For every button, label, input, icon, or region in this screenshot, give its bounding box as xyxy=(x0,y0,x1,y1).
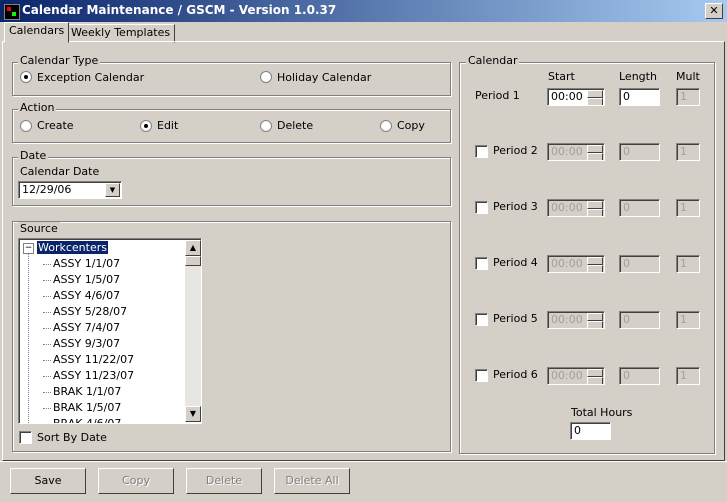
mult-header: Mult xyxy=(676,70,700,83)
period-length-field[interactable]: 0 xyxy=(619,367,660,385)
create-label: Create xyxy=(37,119,74,132)
tree-item[interactable]: ASSY 4/6/07 xyxy=(42,289,120,302)
start-header: Start xyxy=(548,70,575,83)
scrollbar[interactable]: ▲ ▼ xyxy=(185,240,201,422)
spinner-icon[interactable] xyxy=(587,201,603,216)
tree-item[interactable]: ASSY 9/3/07 xyxy=(42,337,120,350)
period-label: Period 3 xyxy=(493,200,538,213)
tree-item[interactable]: ASSY 11/22/07 xyxy=(42,353,134,366)
spinner-icon[interactable] xyxy=(587,90,603,105)
calendar-date-value: 12/29/06 xyxy=(22,183,72,196)
delete-button[interactable]: Delete xyxy=(186,468,262,494)
period-enable-checkbox[interactable] xyxy=(475,313,488,326)
period-start-field[interactable]: 00:00 xyxy=(547,255,605,273)
period-start-field[interactable]: 00:00 xyxy=(547,367,605,385)
period-start-value: 00:00 xyxy=(551,145,583,158)
calendar-date-picker[interactable]: 12/29/06 ▼ xyxy=(18,181,122,199)
chevron-down-icon[interactable]: ▼ xyxy=(105,183,120,197)
tree-item[interactable]: ASSY 1/1/07 xyxy=(42,257,120,270)
spinner-icon[interactable] xyxy=(587,313,603,328)
tree-item[interactable]: BRAK 1/1/07 xyxy=(42,385,121,398)
period-mult-field[interactable]: 1 xyxy=(676,199,700,217)
period-length-field[interactable]: 0 xyxy=(619,199,660,217)
length-header: Length xyxy=(619,70,657,83)
close-button[interactable]: ✕ xyxy=(705,3,723,19)
app-icon xyxy=(4,4,20,20)
window-title: Calendar Maintenance / GSCM - Version 1.… xyxy=(22,3,337,17)
period-start-field[interactable]: 00:00 xyxy=(547,143,605,161)
period-enable-checkbox[interactable] xyxy=(475,145,488,158)
edit-label: Edit xyxy=(157,119,179,132)
period-mult-field[interactable]: 1 xyxy=(676,367,700,385)
delete-radio[interactable] xyxy=(260,120,272,132)
tab-calendars[interactable]: Calendars xyxy=(4,22,70,43)
delete-label: Delete xyxy=(277,119,314,132)
scroll-up-icon[interactable]: ▲ xyxy=(185,240,201,256)
period-start-value: 00:00 xyxy=(551,201,583,214)
copy-label: Copy xyxy=(397,119,425,132)
period-mult-field[interactable]: 1 xyxy=(676,311,700,329)
save-button[interactable]: Save xyxy=(10,468,86,494)
delete-all-button[interactable]: Delete All xyxy=(274,468,350,494)
calendar-date-label: Calendar Date xyxy=(20,165,100,178)
period-start-value: 00:00 xyxy=(551,257,583,270)
period-start-field[interactable]: 00:00 xyxy=(547,311,605,329)
period-length-field[interactable]: 0 xyxy=(619,255,660,273)
exception-calendar-radio[interactable] xyxy=(20,71,32,83)
tree-root-workcenters[interactable]: Workcenters xyxy=(37,241,108,254)
calendar-type-legend: Calendar Type xyxy=(18,54,101,67)
action-legend: Action xyxy=(18,101,57,114)
period-start-value: 00:00 xyxy=(551,313,583,326)
period-start-field[interactable]: 00:00 xyxy=(547,199,605,217)
source-tree[interactable]: − Workcenters ASSY 1/1/07 ASSY 1/5/07 ASSY… xyxy=(18,238,202,424)
sort-by-date-label: Sort By Date xyxy=(37,431,107,444)
period-label: Period 4 xyxy=(493,256,538,269)
source-legend: Source xyxy=(18,222,60,235)
collapse-icon[interactable]: − xyxy=(23,243,34,254)
total-hours-field[interactable]: 0 xyxy=(570,422,611,440)
period-label: Period 5 xyxy=(493,312,538,325)
spinner-icon[interactable] xyxy=(587,369,603,384)
holiday-calendar-radio[interactable] xyxy=(260,71,272,83)
period-enable-checkbox[interactable] xyxy=(475,201,488,214)
period-mult-field[interactable]: 1 xyxy=(676,143,700,161)
period-label: Period 1 xyxy=(475,89,520,102)
period-mult-field[interactable]: 1 xyxy=(676,88,700,106)
copy-button[interactable]: Copy xyxy=(98,468,174,494)
period-label: Period 2 xyxy=(493,144,538,157)
tree-connector xyxy=(28,251,29,423)
edit-radio[interactable] xyxy=(140,120,152,132)
period-mult-field[interactable]: 1 xyxy=(676,255,700,273)
spinner-icon[interactable] xyxy=(587,257,603,272)
tree-item[interactable]: ASSY 1/5/07 xyxy=(42,273,120,286)
period-enable-checkbox[interactable] xyxy=(475,257,488,270)
calendar-legend: Calendar xyxy=(466,54,520,67)
tree-item[interactable]: BRAK 1/5/07 xyxy=(42,401,121,414)
copy-radio[interactable] xyxy=(380,120,392,132)
tree-item[interactable]: ASSY 7/4/07 xyxy=(42,321,120,334)
scroll-down-icon[interactable]: ▼ xyxy=(185,406,201,422)
period-length-field[interactable]: 0 xyxy=(619,88,660,106)
tree-item[interactable]: ASSY 11/23/07 xyxy=(42,369,134,382)
spinner-icon[interactable] xyxy=(587,145,603,160)
tree-item[interactable]: ASSY 5/28/07 xyxy=(42,305,127,318)
period-label: Period 6 xyxy=(493,368,538,381)
date-legend: Date xyxy=(18,149,49,162)
sort-by-date-checkbox[interactable] xyxy=(19,431,32,444)
total-hours-label: Total Hours xyxy=(571,406,633,419)
period-start-value: 00:00 xyxy=(551,90,583,103)
create-radio[interactable] xyxy=(20,120,32,132)
tree-item[interactable]: BRAK 4/6/07 xyxy=(53,417,121,423)
period-start-value: 00:00 xyxy=(551,369,583,382)
period-enable-checkbox[interactable] xyxy=(475,369,488,382)
period-length-field[interactable]: 0 xyxy=(619,311,660,329)
exception-calendar-label: Exception Calendar xyxy=(37,71,145,84)
period-length-field[interactable]: 0 xyxy=(619,143,660,161)
title-bar: Calendar Maintenance / GSCM - Version 1.… xyxy=(0,0,727,22)
period-start-field[interactable]: 00:00 xyxy=(547,88,605,106)
holiday-calendar-label: Holiday Calendar xyxy=(277,71,372,84)
scroll-thumb[interactable] xyxy=(185,256,201,266)
